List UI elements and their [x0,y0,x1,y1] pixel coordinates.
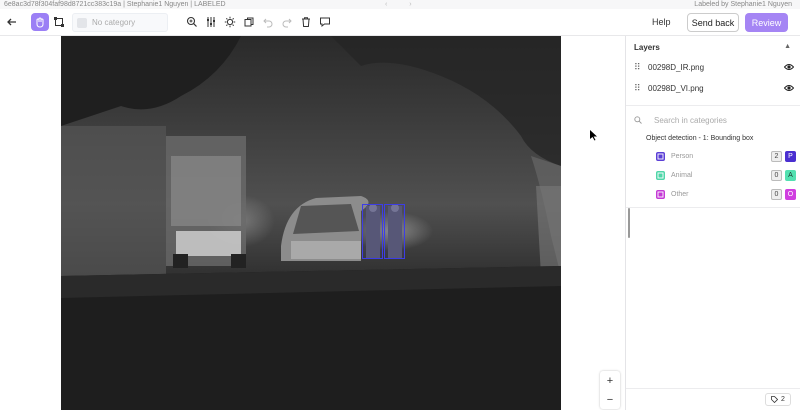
bounding-box-person-1[interactable] [362,204,383,259]
collapse-icon[interactable]: ▲ [784,43,791,50]
search-placeholder: Search in categories [654,115,727,125]
zoom-in-button[interactable]: + [600,371,620,390]
divider [626,207,800,208]
divider [626,105,800,106]
back-arrow-icon[interactable] [3,13,21,31]
undo-icon[interactable] [259,13,277,31]
category-hotkey: A [785,169,796,181]
prev-task-icon[interactable]: ‹ [385,1,387,8]
eye-icon[interactable] [784,63,794,71]
bounding-box-category-icon [656,151,665,161]
category-label: Other [671,190,689,198]
task-meta: 6e8ac3d78f304faf98d8721cc383c19a | Steph… [4,1,226,8]
panel-scrollbar[interactable] [628,208,630,238]
copy-icon[interactable] [240,13,258,31]
annotation-canvas[interactable]: + − [0,36,625,410]
category-count: 0 [771,169,782,181]
category-label: Animal [671,171,693,179]
divider [626,388,800,389]
thermal-image[interactable] [61,36,561,410]
bounding-box-category-icon [656,189,665,199]
next-task-icon[interactable]: › [409,1,411,8]
category-swatch [77,17,87,28]
category-placeholder: No category [92,18,136,27]
task-navigation: ‹ › [385,0,432,9]
category-select[interactable]: No category [72,13,168,32]
comment-icon[interactable] [316,13,334,31]
category-count: 2 [771,150,782,162]
zoom-out-button[interactable]: − [600,390,620,409]
category-hotkey: P [785,150,796,162]
search-icon [634,116,642,124]
category-item-person[interactable]: Person 2 P [656,150,796,162]
drag-handle-icon[interactable]: ⠿ [634,83,642,94]
drag-handle-icon[interactable]: ⠿ [634,62,642,73]
labeled-by: Labeled by Stephanie1 Nguyen [694,1,792,8]
top-meta-bar: 6e8ac3d78f304faf98d8721cc383c19a | Steph… [0,0,800,9]
bounding-box-category-icon [656,170,665,180]
category-item-other[interactable]: Other 0 O [656,188,796,200]
zoom-search-icon[interactable] [183,13,201,31]
category-count: 0 [771,188,782,200]
tag-icon [771,396,779,403]
review-button[interactable]: Review [745,13,788,32]
bounding-box-person-2[interactable] [384,204,405,259]
category-hotkey: O [785,188,796,200]
mouse-cursor-icon [590,128,598,146]
toolbar: No category Help Send back Review [0,9,800,36]
layer-name: 00298D_IR.png [648,62,705,72]
bounding-box-tool-icon[interactable] [50,13,68,31]
adjustments-icon[interactable] [202,13,220,31]
category-label: Person [671,152,694,160]
tag-count-badge[interactable]: 2 [765,393,791,406]
annotation-group-title: Object detection - 1: Bounding box [646,135,754,142]
help-link[interactable]: Help [652,16,671,28]
zoom-controls: + − [600,371,620,409]
layer-item[interactable]: ⠿ 00298D_IR.png [634,59,794,75]
layer-item[interactable]: ⠿ 00298D_VI.png [634,80,794,96]
delete-icon[interactable] [297,13,315,31]
pan-hand-icon[interactable] [31,13,49,31]
thermal-scene [61,36,561,410]
eye-icon[interactable] [784,84,794,92]
layer-name: 00298D_VI.png [648,83,704,93]
send-back-button[interactable]: Send back [687,13,739,32]
category-search[interactable]: Search in categories [634,113,794,127]
category-item-animal[interactable]: Animal 0 A [656,169,796,181]
right-panel: Layers ▲ ⠿ 00298D_IR.png ⠿ 00298D_VI.png… [625,36,800,410]
brightness-icon[interactable] [221,13,239,31]
layers-title: Layers [634,43,660,52]
redo-icon[interactable] [278,13,296,31]
tag-count: 2 [781,396,785,403]
